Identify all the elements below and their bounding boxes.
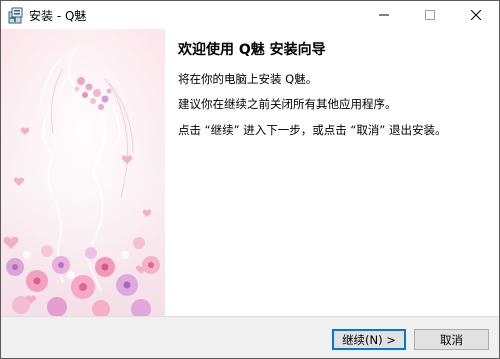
installer-window: 安装 - Q魅 欢迎使用 Q魅 安装向导 将在你的电脑上安装 Q魅。 建议你在继… — [0, 0, 500, 359]
installer-icon — [8, 6, 24, 24]
cancel-button[interactable]: 取消 — [414, 329, 489, 350]
wizard-panel: 欢迎使用 Q魅 安装向导 将在你的电脑上安装 Q魅。 建议你在继续之前关闭所有其… — [1, 29, 499, 316]
close-button[interactable] — [453, 1, 499, 29]
minimize-button[interactable] — [361, 1, 407, 29]
intro-text: 将在你的电脑上安装 Q魅。 — [178, 72, 318, 86]
page-title: 欢迎使用 Q魅 安装向导 — [178, 42, 326, 58]
close-icon — [471, 10, 481, 20]
minimize-icon — [379, 14, 389, 16]
next-button[interactable]: 继续(N) > — [332, 329, 406, 350]
maximize-icon — [425, 10, 435, 20]
maximize-button[interactable] — [407, 1, 453, 29]
instruction-text: 点击 “继续” 进入下一步，或点击 “取消” 退出安装。 — [178, 123, 447, 137]
window-title: 安装 - Q魅 — [29, 9, 87, 23]
title-bar[interactable]: 安装 - Q魅 — [1, 1, 499, 29]
advice-text: 建议你在继续之前关闭所有其他应用程序。 — [178, 97, 397, 111]
wizard-side-image — [1, 29, 165, 316]
button-bar: 继续(N) > 取消 — [1, 316, 499, 358]
